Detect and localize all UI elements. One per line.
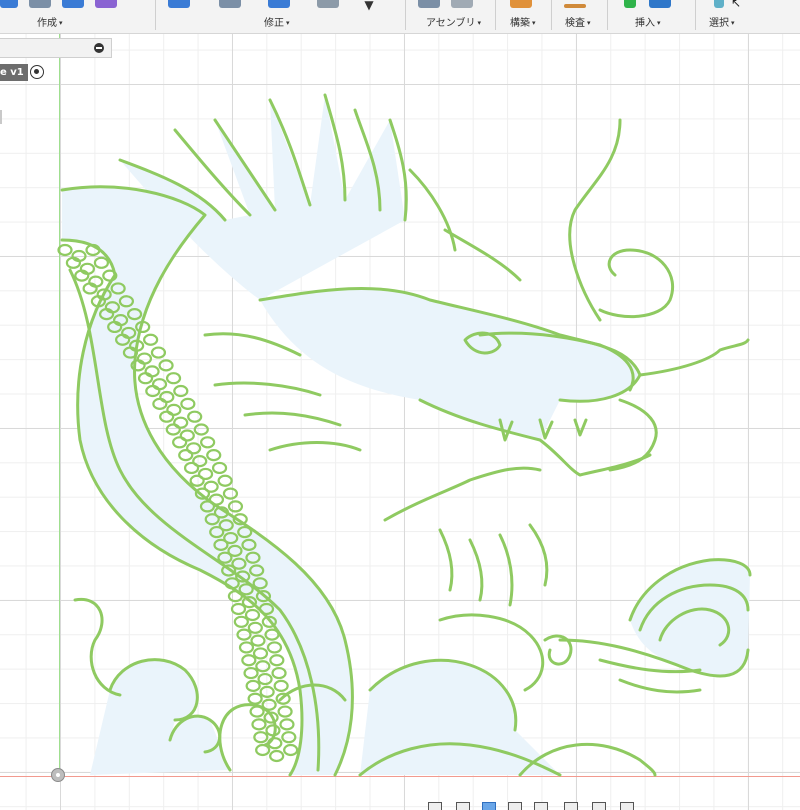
mane-spike xyxy=(243,411,342,427)
body-scale xyxy=(273,679,289,692)
body-scale xyxy=(233,615,249,628)
body-scale xyxy=(261,698,277,711)
nav-orbit-icon[interactable] xyxy=(428,802,442,810)
sketch-profile-fill xyxy=(630,559,750,676)
body-scale xyxy=(144,365,160,378)
display-settings-icon[interactable] xyxy=(564,802,578,810)
body-scale xyxy=(227,590,244,603)
body-scale xyxy=(281,731,297,744)
body-scale xyxy=(244,608,261,622)
whisker-curl xyxy=(598,248,675,319)
beard-strand xyxy=(468,538,484,602)
beard-strand xyxy=(498,533,514,607)
body-scale xyxy=(238,641,255,654)
mane-spike xyxy=(408,168,457,252)
body-scale xyxy=(173,384,189,398)
body-scale xyxy=(250,634,266,647)
dragon-sketch[interactable] xyxy=(0,0,800,810)
body-scale xyxy=(159,410,175,423)
body-scale xyxy=(259,685,275,698)
sketch-profile-fill xyxy=(90,659,230,775)
body-scale xyxy=(200,436,216,449)
lower-jaw-curve xyxy=(383,466,542,522)
body-scale xyxy=(165,423,181,436)
mane-spike xyxy=(203,332,302,357)
body-scale xyxy=(230,602,247,616)
body-scale xyxy=(178,449,194,462)
body-scale xyxy=(241,654,257,667)
body-scale xyxy=(257,672,273,686)
body-scale xyxy=(189,474,205,487)
nav-zoom-icon[interactable] xyxy=(508,802,522,810)
nav-fit-icon[interactable] xyxy=(534,802,548,810)
sketch-badge-label: e v1 xyxy=(0,67,24,78)
body-scale xyxy=(269,654,285,667)
body-scale xyxy=(158,359,174,372)
body-scale xyxy=(193,423,209,436)
body-scale xyxy=(180,397,196,410)
fang xyxy=(573,418,588,437)
browser-collapse-icon[interactable] xyxy=(94,43,104,53)
body-scale xyxy=(277,705,293,718)
nav-pan-icon[interactable] xyxy=(482,802,496,810)
body-scale xyxy=(271,666,287,680)
visibility-radio-icon[interactable] xyxy=(30,65,44,79)
body-scale xyxy=(145,384,161,398)
body-scale xyxy=(279,718,295,731)
body-scale xyxy=(264,628,280,641)
mane-spike xyxy=(213,381,322,397)
body-scale xyxy=(247,692,263,705)
body-scale xyxy=(227,500,244,513)
body-scale xyxy=(183,461,200,475)
body-scale xyxy=(249,705,265,718)
browser-panel-header[interactable] xyxy=(0,38,112,58)
browser-scroll-mark xyxy=(0,110,2,124)
body-scale xyxy=(172,436,188,449)
body-scale xyxy=(243,666,259,680)
whisker-right xyxy=(638,338,750,377)
body-scale xyxy=(251,718,267,731)
body-scale xyxy=(253,731,269,744)
body-scale xyxy=(255,743,271,757)
body-scale xyxy=(57,243,73,257)
body-scale xyxy=(151,378,168,391)
body-scale xyxy=(166,403,182,416)
body-scale xyxy=(245,679,261,692)
body-scale xyxy=(159,390,175,404)
body-scale xyxy=(217,474,233,487)
beard-strand xyxy=(528,523,549,587)
body-scale xyxy=(137,372,154,385)
body-scale xyxy=(269,749,285,763)
body-scale xyxy=(165,372,182,385)
body-scale xyxy=(211,461,228,475)
navigation-bar xyxy=(428,800,638,810)
body-scale xyxy=(247,621,263,634)
body-scale xyxy=(206,449,222,462)
body-scale xyxy=(187,410,203,423)
whisker-upper xyxy=(568,118,622,322)
sketch-badge[interactable]: e v1 xyxy=(0,64,28,81)
body-scale xyxy=(265,724,281,737)
nav-look-at-icon[interactable] xyxy=(456,802,470,810)
body-scale xyxy=(93,256,110,269)
viewports-icon[interactable] xyxy=(620,802,634,810)
body-scale xyxy=(252,647,269,660)
body-scale xyxy=(236,628,252,641)
origin-icon[interactable] xyxy=(51,768,65,782)
mane-spike xyxy=(268,441,362,452)
body-scale xyxy=(152,397,168,410)
grid-settings-icon[interactable] xyxy=(592,802,606,810)
body-scale xyxy=(222,487,239,500)
whisker-lower xyxy=(608,398,658,472)
body-scale xyxy=(143,333,159,346)
beard-strand xyxy=(438,528,454,592)
body-scale xyxy=(255,660,271,673)
body-scale xyxy=(150,346,167,359)
body-scale xyxy=(266,641,283,654)
wave-spiral xyxy=(618,678,702,694)
mane-spike xyxy=(443,228,522,282)
body-scale xyxy=(283,743,299,757)
